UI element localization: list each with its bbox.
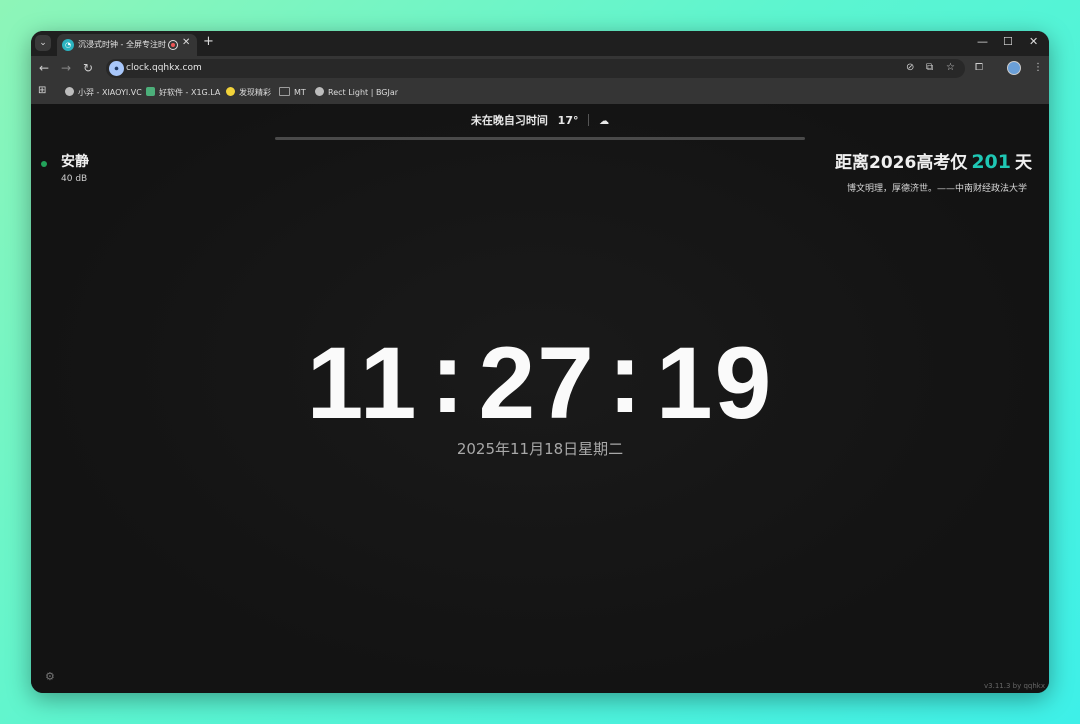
clock-colon: : xyxy=(607,320,644,434)
clock-minutes: 27 xyxy=(478,326,596,440)
status-divider xyxy=(588,114,590,126)
bookmarks-bar: ⊞ 小羿 - XIAOYI.VC 好软件 - X1G.LA 发现精彩 MT Re… xyxy=(31,81,1049,105)
bookmark-item[interactable]: 发现精彩 xyxy=(226,87,271,98)
new-tab-button[interactable]: + xyxy=(203,34,214,49)
menu-icon[interactable]: ⋮ xyxy=(1033,62,1043,73)
countdown-suffix: 天 xyxy=(1015,153,1032,173)
noise-label: 安静 xyxy=(61,154,89,170)
version-label: v3.11.3 by qqhkx xyxy=(984,682,1045,690)
clock-favicon-icon: ◔ xyxy=(62,39,74,51)
countdown-prefix: 距离2026高考仅 xyxy=(835,153,968,173)
bookmark-item[interactable]: 好软件 - X1G.LA xyxy=(146,87,220,98)
clock-page: 未在晚自习时间 17° ☁ 安静 40 dB 距离2026高考仅 201 天 博文明… xyxy=(31,104,1049,693)
clock-seconds: 19 xyxy=(655,326,774,440)
settings-gear-icon[interactable]: ⚙ xyxy=(45,670,55,683)
exam-countdown: 距离2026高考仅 201 天 xyxy=(835,148,1032,173)
eye-off-icon[interactable]: ⊘ xyxy=(906,62,914,73)
recording-icon xyxy=(168,40,178,50)
back-icon[interactable]: ← xyxy=(39,61,49,75)
forward-icon[interactable]: → xyxy=(61,61,71,75)
browser-window: ⌄ ◔ 沉浸式时钟 - 全屏专注时钟 ✕ + — ☐ ✕ ← → ↻ ⏺ clo… xyxy=(31,31,1049,693)
browser-toolbar: ← → ↻ ⏺ clock.qqhkx.com ⊘ ⧉ ☆ ⧠ ⋮ xyxy=(31,56,1049,81)
cloud-icon: ☁ xyxy=(599,116,610,127)
clock-hours: 11 xyxy=(306,326,419,440)
minimize-icon[interactable]: — xyxy=(977,35,988,48)
window-close-icon[interactable]: ✕ xyxy=(1029,35,1038,48)
clock-colon: : xyxy=(430,320,467,434)
extensions-icon[interactable]: ⧠ xyxy=(975,62,983,73)
study-status-text: 未在晚自习时间 xyxy=(470,114,548,127)
profile-avatar[interactable] xyxy=(1007,61,1021,75)
bookmark-favicon-icon xyxy=(65,87,74,96)
main-clock: 11:27:19 xyxy=(31,326,1049,434)
bookmark-favicon-icon xyxy=(146,87,155,96)
bookmark-item[interactable]: Rect Light | BGJar xyxy=(315,87,398,97)
address-bar[interactable]: ⏺ clock.qqhkx.com ⊘ ⧉ ☆ xyxy=(106,59,965,78)
reload-icon[interactable]: ↻ xyxy=(83,61,93,75)
motto-text: 博文明理，厚德济世。——中南财经政法大学 xyxy=(846,184,1027,194)
tab-strip: ⌄ ◔ 沉浸式时钟 - 全屏专注时钟 ✕ + — ☐ ✕ xyxy=(31,31,1049,56)
apps-grid-icon[interactable]: ⊞ xyxy=(38,85,46,96)
bookmark-item[interactable]: 小羿 - XIAOYI.VC xyxy=(65,87,142,98)
study-progress-bar xyxy=(275,137,805,140)
tab-title: 沉浸式时钟 - 全屏专注时钟 xyxy=(78,40,166,49)
url-text[interactable]: clock.qqhkx.com xyxy=(126,63,202,73)
folder-icon xyxy=(279,87,290,96)
install-app-icon[interactable]: ⧉ xyxy=(926,62,933,73)
bookmark-item[interactable]: MT xyxy=(279,87,306,97)
noise-level: 40 dB xyxy=(61,174,88,184)
globe-icon xyxy=(315,87,324,96)
bookmark-star-icon[interactable]: ☆ xyxy=(946,62,955,73)
clock-date: 2025年11月18日星期二 xyxy=(456,440,624,458)
countdown-days: 201 xyxy=(971,151,1011,173)
study-status: 未在晚自习时间 17° ☁ xyxy=(31,112,1049,128)
noise-status-dot xyxy=(41,161,47,167)
temperature: 17° xyxy=(557,114,579,127)
tab-clock[interactable]: ◔ 沉浸式时钟 - 全屏专注时钟 ✕ xyxy=(57,34,197,56)
bookmark-favicon-icon xyxy=(226,87,235,96)
tab-search-icon[interactable]: ⌄ xyxy=(35,35,51,51)
tab-close-icon[interactable]: ✕ xyxy=(182,37,190,48)
maximize-icon[interactable]: ☐ xyxy=(1003,35,1013,48)
site-info-icon[interactable]: ⏺ xyxy=(109,61,124,76)
